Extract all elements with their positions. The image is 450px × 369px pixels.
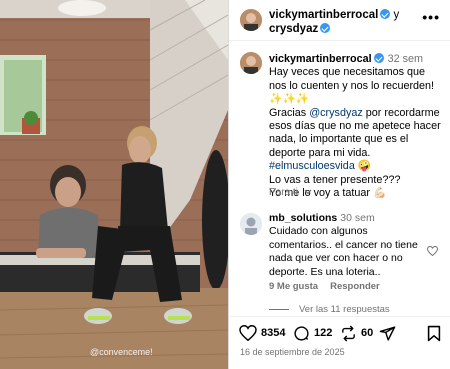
post-header: vickymartinberrocal y crysdyaz ••• bbox=[229, 0, 450, 40]
post-caption: vickymartinberrocal 32 sem Hay veces que … bbox=[269, 52, 441, 200]
comments-count: 122 bbox=[314, 327, 333, 339]
repost-button[interactable]: 60 bbox=[340, 322, 373, 344]
repost-icon bbox=[342, 325, 355, 341]
comment-text: Cuidado con algunos comentarios.. el can… bbox=[269, 225, 418, 278]
action-bar: 8354 122 60 bbox=[229, 322, 450, 344]
more-options-icon[interactable]: ••• bbox=[422, 10, 440, 24]
avatar[interactable] bbox=[240, 9, 262, 31]
post-media[interactable]: @convenceme! bbox=[0, 0, 228, 369]
caption-avatar[interactable] bbox=[240, 52, 262, 74]
share-button[interactable] bbox=[379, 322, 400, 344]
header-collaborator-link[interactable]: crysdyaz bbox=[269, 23, 318, 35]
verified-badge-icon bbox=[380, 9, 391, 19]
comment-button[interactable]: 122 bbox=[293, 322, 332, 344]
comment-like-heart-icon[interactable] bbox=[427, 246, 438, 256]
comment-reply-button[interactable]: Responder bbox=[330, 281, 380, 292]
actions-divider bbox=[229, 316, 450, 317]
comment-username-link[interactable]: mb_solutions bbox=[269, 212, 337, 224]
comment-bubble-icon bbox=[294, 325, 309, 341]
media-watermark: @convenceme! bbox=[90, 347, 153, 357]
translation-label: Para ti bbox=[269, 187, 298, 198]
comment-meta: 9 Me gusta Responder bbox=[269, 281, 392, 292]
caption-username-link[interactable]: vickymartinberrocal bbox=[269, 53, 372, 65]
caption-text-1: Hay veces que necesitamos que nos lo cue… bbox=[269, 66, 435, 106]
post-photo bbox=[0, 0, 228, 369]
view-replies-label: Ver las 11 respuestas bbox=[299, 304, 390, 315]
header-joiner: y bbox=[393, 9, 400, 21]
likes-count: 8354 bbox=[261, 327, 286, 339]
view-replies-button[interactable]: Ver las 11 respuestas bbox=[269, 304, 390, 315]
comment-likes[interactable]: 9 Me gusta bbox=[269, 281, 318, 292]
save-button[interactable] bbox=[427, 322, 445, 344]
reposts-count: 60 bbox=[361, 327, 374, 339]
heart-icon bbox=[239, 325, 257, 341]
send-icon bbox=[379, 325, 396, 341]
like-button[interactable]: 8354 bbox=[239, 322, 285, 344]
comment-time[interactable]: 30 sem bbox=[340, 212, 374, 224]
caption-text-2: Gracias @crysdyaz por recordarme esos dí… bbox=[269, 107, 441, 161]
caption-time[interactable]: 32 sem bbox=[388, 53, 423, 65]
hashtag-link[interactable]: #elmusculoesvida bbox=[269, 160, 355, 172]
caption-text-3: Lo vas a tener presente??? bbox=[269, 173, 401, 186]
caption-text-2-before: Gracias bbox=[269, 106, 310, 119]
verified-badge-icon bbox=[373, 53, 384, 63]
comment: mb_solutions 30 sem Cuidado con algunos c… bbox=[269, 212, 419, 279]
translation-toggle[interactable]: Para ti bbox=[269, 187, 312, 198]
caption-hashtag-line: #elmusculoesvida 🤪 bbox=[269, 160, 441, 173]
bookmark-icon bbox=[427, 325, 441, 341]
replies-line bbox=[269, 308, 289, 310]
header-username-link[interactable]: vickymartinberrocal bbox=[269, 9, 378, 21]
verified-badge-icon bbox=[320, 23, 331, 33]
chevron-down-icon bbox=[304, 189, 312, 195]
header-divider bbox=[229, 40, 450, 41]
mention-link[interactable]: @crysdyaz bbox=[309, 107, 363, 119]
header-usernames: vickymartinberrocal y crysdyaz bbox=[269, 8, 419, 36]
comment-avatar[interactable] bbox=[240, 213, 262, 235]
post-details-panel: vickymartinberrocal y crysdyaz ••• vicky… bbox=[229, 0, 450, 369]
hashtag-emoji: 🤪 bbox=[357, 160, 372, 173]
post-date[interactable]: 16 de septiembre de 2025 bbox=[240, 347, 345, 357]
